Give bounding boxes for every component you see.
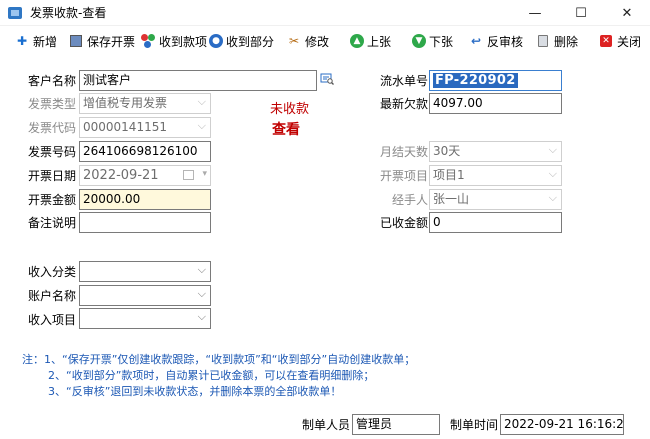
remark-label: 备注说明 <box>28 216 77 230</box>
partial-icon: ● <box>209 34 223 48</box>
income-category-select[interactable] <box>79 261 211 282</box>
receive-partial-button[interactable]: ● 收到部分 <box>209 31 274 51</box>
latest-debt-field[interactable]: 4097.00 <box>429 93 562 114</box>
unreview-label: 反审核 <box>487 34 524 49</box>
invoice-code-label: 发票代码 <box>28 121 77 135</box>
close-button[interactable]: ✕ 关闭 <box>600 31 641 51</box>
edit-icon: ✂ <box>288 34 300 48</box>
next-label: 下张 <box>429 34 454 49</box>
invoice-no-field[interactable]: 264106698126100 <box>79 141 211 162</box>
minimize-button[interactable]: — <box>512 0 558 26</box>
income-item-label: 收入项目 <box>28 313 77 327</box>
customer-label: 客户名称 <box>28 74 77 88</box>
window-title: 发票收款-查看 <box>30 6 107 20</box>
settle-days-label: 月结天数 <box>380 145 429 159</box>
issue-date-label: 开票日期 <box>28 169 77 183</box>
receive-label: 收到款项 <box>159 34 208 49</box>
invoice-type-select[interactable]: 增值税专用发票 <box>79 93 211 114</box>
issue-date-picker[interactable]: 2022-09-21 ▾ <box>79 165 211 186</box>
next-button[interactable]: ▼ 下张 <box>412 31 453 51</box>
search-icon[interactable] <box>320 72 334 86</box>
amount-label: 开票金额 <box>28 193 77 207</box>
view-mode-label: 查看 <box>272 123 300 138</box>
settle-days-select[interactable]: 30天 <box>429 141 562 162</box>
unreview-button[interactable]: ↩ 反审核 <box>468 31 523 51</box>
created-time-field[interactable]: 2022-09-21 16:16:20 <box>500 414 624 435</box>
latest-debt-label: 最新欠款 <box>380 97 429 111</box>
return-icon: ↩ <box>470 34 482 48</box>
app-icon <box>8 6 22 19</box>
serial-no-field[interactable]: FP-220902 <box>429 70 562 91</box>
calendar-icon[interactable] <box>183 170 194 180</box>
chevron-down-icon: ▾ <box>202 169 207 179</box>
prev-button[interactable]: ▲ 上张 <box>350 31 391 51</box>
serial-no-label: 流水单号 <box>380 74 429 88</box>
note-line-1: 注：1、“保存开票”仅创建收款跟踪，“收到款项”和“收到部分”自动创建收款单； <box>22 353 416 366</box>
invoice-item-label: 开票项目 <box>380 169 429 183</box>
invoice-no-label: 发票号码 <box>28 145 77 159</box>
save-label: 保存开票 <box>87 34 136 49</box>
save-invoice-button[interactable]: 保存开票 <box>70 31 135 51</box>
add-button[interactable]: ✚ 新增 <box>14 31 57 51</box>
plus-icon: ✚ <box>16 34 28 48</box>
receive-icon <box>140 33 156 49</box>
trash-icon <box>538 35 548 47</box>
maximize-button[interactable]: ☐ <box>558 0 604 26</box>
serial-no-value: FP-220902 <box>433 73 518 88</box>
payment-status: 未收款 <box>270 101 310 116</box>
note-line-2: 2、“收到部分”款项时，自动累计已收金额，可以在查看明细删除； <box>48 369 375 382</box>
invoice-item-select[interactable]: 项目1 <box>429 165 562 186</box>
close-label: 关闭 <box>617 34 642 49</box>
window-controls: — ☐ ✕ <box>512 0 650 26</box>
toolbar: ✚ 新增 保存开票 收到款项 ● 收到部分 ✂ 修改 ▲ 上张 ▼ 下张 ↩ 反… <box>0 27 650 55</box>
created-time-label: 制单时间 <box>450 418 499 432</box>
add-label: 新增 <box>33 34 58 49</box>
income-item-select[interactable] <box>79 308 211 329</box>
close-window-button[interactable]: ✕ <box>604 0 650 26</box>
amount-field[interactable]: 20000.00 <box>79 189 211 210</box>
received-amount-field[interactable]: 0 <box>429 212 562 233</box>
invoice-type-label: 发票类型 <box>28 97 77 111</box>
delete-button[interactable]: 删除 <box>538 31 578 51</box>
issue-date-value: 2022-09-21 <box>83 168 159 183</box>
account-name-select[interactable] <box>79 285 211 306</box>
arrow-up-icon: ▲ <box>350 34 364 48</box>
edit-button[interactable]: ✂ 修改 <box>286 31 329 51</box>
save-icon <box>70 35 82 47</box>
handler-select[interactable]: 张一山 <box>429 189 562 210</box>
received-amount-label: 已收金额 <box>380 216 429 230</box>
handler-label: 经手人 <box>392 193 429 207</box>
prev-label: 上张 <box>367 34 392 49</box>
creator-field[interactable]: 管理员 <box>352 414 440 435</box>
close-icon: ✕ <box>600 35 612 47</box>
customer-field[interactable]: 测试客户 <box>79 70 317 91</box>
account-name-label: 账户名称 <box>28 289 77 303</box>
receive-payment-button[interactable]: 收到款项 <box>140 31 207 51</box>
income-category-label: 收入分类 <box>28 265 77 279</box>
invoice-code-select[interactable]: 00000141151 <box>79 117 211 138</box>
title-bar: 发票收款-查看 — ☐ ✕ <box>0 0 650 26</box>
edit-label: 修改 <box>305 34 330 49</box>
creator-label: 制单人员 <box>302 418 351 432</box>
remark-field[interactable] <box>79 212 211 233</box>
note-line-3: 3、“反审核”退回到未收款状态，并删除本票的全部收款单！ <box>48 385 342 398</box>
receive-partial-label: 收到部分 <box>226 34 275 49</box>
arrow-down-icon: ▼ <box>412 34 426 48</box>
delete-label: 删除 <box>554 34 579 49</box>
